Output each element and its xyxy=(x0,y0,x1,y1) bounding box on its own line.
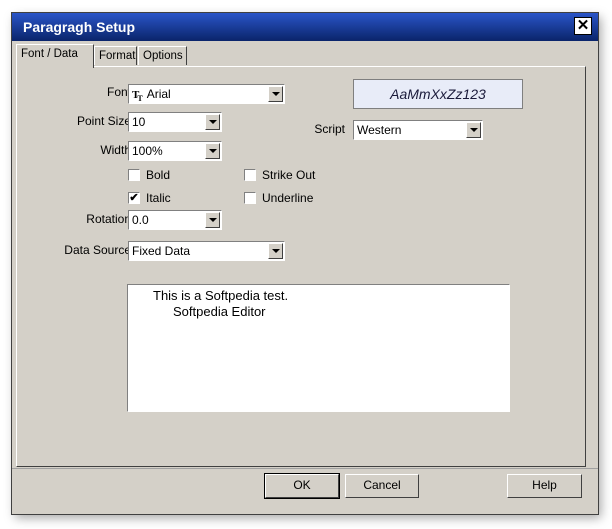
data-text-area[interactable]: This is a Softpedia test. Softpedia Edit… xyxy=(127,284,510,412)
chevron-down-icon[interactable] xyxy=(205,212,220,228)
data-source-value: Fixed Data xyxy=(132,244,191,258)
script-label: Script xyxy=(314,122,345,136)
point-size-select[interactable]: 10 xyxy=(128,112,222,132)
tab-format[interactable]: Format xyxy=(94,46,137,65)
ok-button[interactable]: OK xyxy=(264,473,340,499)
check-icon: ✔ xyxy=(129,192,139,204)
close-icon: ✕ xyxy=(576,17,590,34)
script-value: Western xyxy=(357,123,402,137)
underline-label: Underline xyxy=(262,191,314,205)
tab-label: Options xyxy=(143,50,183,62)
point-size-value: 10 xyxy=(132,115,146,129)
width-select[interactable]: 100% xyxy=(128,141,222,161)
window-title: Paragragh Setup xyxy=(23,19,136,35)
help-button[interactable]: Help xyxy=(507,474,582,498)
font-value: Arial xyxy=(146,87,171,101)
point-size-label: Point Size xyxy=(76,114,131,128)
rotation-label: Rotation xyxy=(86,212,131,226)
title-bar[interactable]: Paragragh Setup ✕ xyxy=(12,13,598,41)
close-button[interactable]: ✕ xyxy=(574,17,592,35)
font-select[interactable]: TT Arial xyxy=(128,84,285,104)
strike-out-checkbox[interactable] xyxy=(244,169,256,181)
font-preview: AaMmXxZz123 xyxy=(353,79,523,109)
underline-checkbox[interactable] xyxy=(244,192,256,204)
footer-divider xyxy=(12,468,598,469)
script-select[interactable]: Western xyxy=(353,120,483,140)
bold-checkbox[interactable] xyxy=(128,169,140,181)
italic-checkbox[interactable]: ✔ xyxy=(128,192,140,204)
dialog-window: Paragragh Setup ✕ Font / Data Format Opt… xyxy=(12,13,598,514)
data-source-select[interactable]: Fixed Data xyxy=(128,241,285,261)
tab-font-data[interactable]: Font / Data xyxy=(16,44,94,68)
tab-options[interactable]: Options xyxy=(138,46,187,65)
cancel-button[interactable]: Cancel xyxy=(345,474,419,498)
rotation-value: 0.0 xyxy=(132,213,149,227)
tab-label: Format xyxy=(99,50,136,62)
chevron-down-icon[interactable] xyxy=(205,114,220,130)
tab-panel: Font TT Arial AaMmXxZz123 Point Size 10 S… xyxy=(16,66,586,467)
italic-label: Italic xyxy=(146,191,171,205)
tab-label: Font / Data xyxy=(21,48,78,60)
chevron-down-icon[interactable] xyxy=(205,143,220,159)
text-line-1: This is a Softpedia test. xyxy=(153,288,289,303)
truetype-icon: TT xyxy=(132,89,143,104)
rotation-select[interactable]: 0.0 xyxy=(128,210,222,230)
strike-out-label: Strike Out xyxy=(262,168,316,182)
chevron-down-icon[interactable] xyxy=(268,243,283,259)
width-value: 100% xyxy=(132,144,163,158)
text-line-2: Softpedia Editor xyxy=(173,304,266,319)
chevron-down-icon[interactable] xyxy=(268,86,283,102)
width-label: Width xyxy=(100,143,131,157)
chevron-down-icon[interactable] xyxy=(466,122,481,138)
data-source-label: Data Source xyxy=(64,243,131,257)
bold-label: Bold xyxy=(146,168,171,182)
